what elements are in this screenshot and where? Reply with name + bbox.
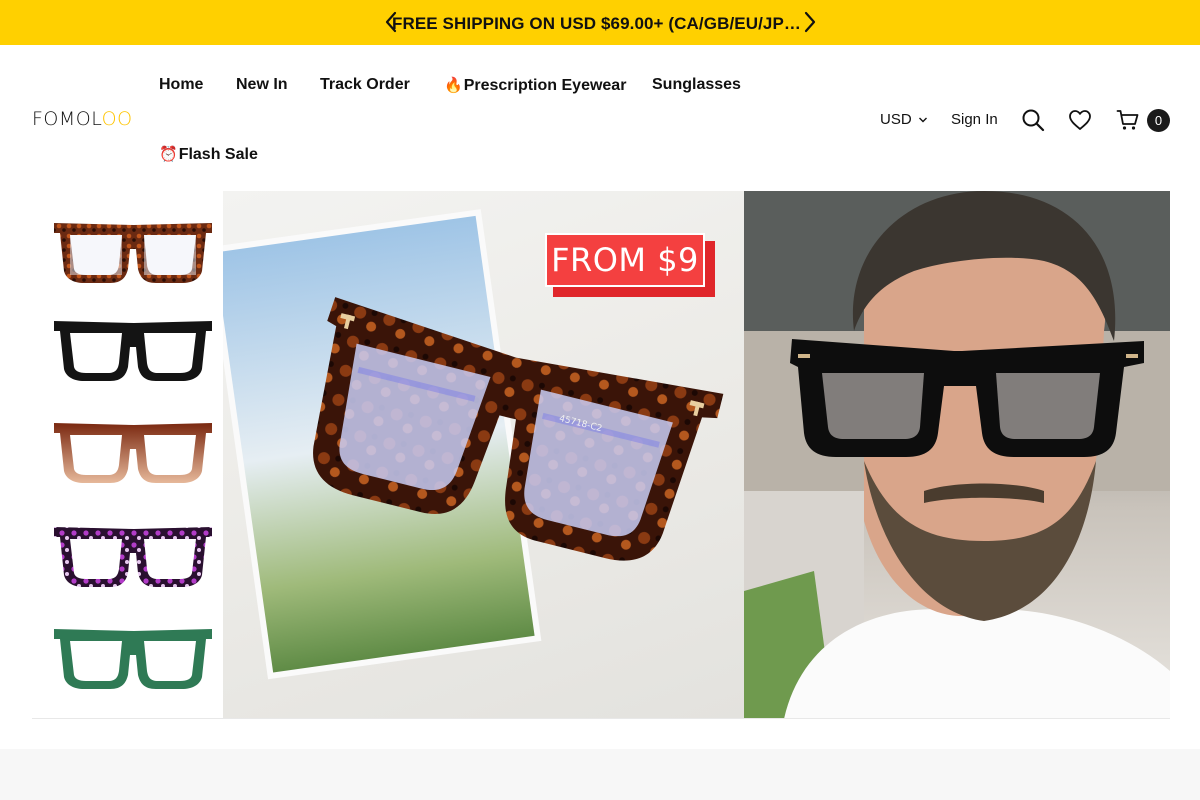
announcement-bar: FREE SHIPPING ON USD $69.00+ (CA/GB/EU/J… (0, 0, 1200, 45)
alarm-clock-icon: ⏰ (159, 146, 178, 163)
sign-in-link[interactable]: Sign In (951, 111, 998, 128)
fire-icon: 🔥 (444, 77, 463, 94)
nav-label: Prescription Eyewear (463, 77, 627, 94)
heart-icon[interactable] (1068, 108, 1092, 137)
nav-item-home[interactable]: Home (159, 76, 203, 94)
thumbnail-purple-floral[interactable] (46, 517, 220, 601)
logo-accent-text: OO (101, 108, 133, 130)
cart-icon[interactable] (1116, 108, 1140, 137)
nav-label: New In (236, 76, 288, 93)
currency-selector[interactable]: USD (880, 111, 928, 128)
model-photo (744, 191, 1170, 718)
nav-label: Sunglasses (652, 76, 741, 93)
thumbnail-green[interactable] (46, 619, 220, 703)
color-thumbnails (32, 191, 223, 718)
nav-item-sunglasses[interactable]: Sunglasses (652, 76, 741, 94)
nav-label: Track Order (320, 76, 410, 93)
currency-label: USD (880, 111, 912, 128)
thumbnail-brown-gradient[interactable] (46, 413, 220, 497)
nav-item-prescription-eyewear[interactable]: 🔥Prescription Eyewear (444, 76, 626, 95)
promo-text: FROM $9 (545, 233, 705, 287)
cart-count-badge[interactable]: 0 (1147, 109, 1170, 132)
announcement-text[interactable]: FREE SHIPPING ON USD $69.00+ (CA/GB/EU/J… (392, 14, 802, 34)
chevron-down-icon (918, 111, 928, 128)
nav-label: Flash Sale (178, 146, 258, 163)
hero-banner[interactable]: 45718-C2 FROM $9 (32, 191, 1170, 719)
thumbnail-tortoise[interactable] (46, 213, 220, 297)
nav-label: Home (159, 76, 204, 93)
site-logo[interactable]: FOMOLOO (32, 108, 133, 130)
model-illustration (744, 191, 1170, 718)
nav-item-track-order[interactable]: Track Order (320, 76, 410, 94)
product-photo: 45718-C2 FROM $9 (223, 191, 744, 718)
promo-badge: FROM $9 (545, 233, 715, 297)
chevron-right-icon[interactable] (800, 10, 820, 34)
thumbnail-black[interactable] (46, 311, 220, 395)
logo-text: FOMOL (32, 108, 102, 130)
nav-item-new-in[interactable]: New In (236, 76, 288, 94)
bottom-section (0, 749, 1200, 800)
nav-item-flash-sale[interactable]: ⏰Flash Sale (159, 145, 258, 164)
search-icon[interactable] (1021, 108, 1045, 137)
